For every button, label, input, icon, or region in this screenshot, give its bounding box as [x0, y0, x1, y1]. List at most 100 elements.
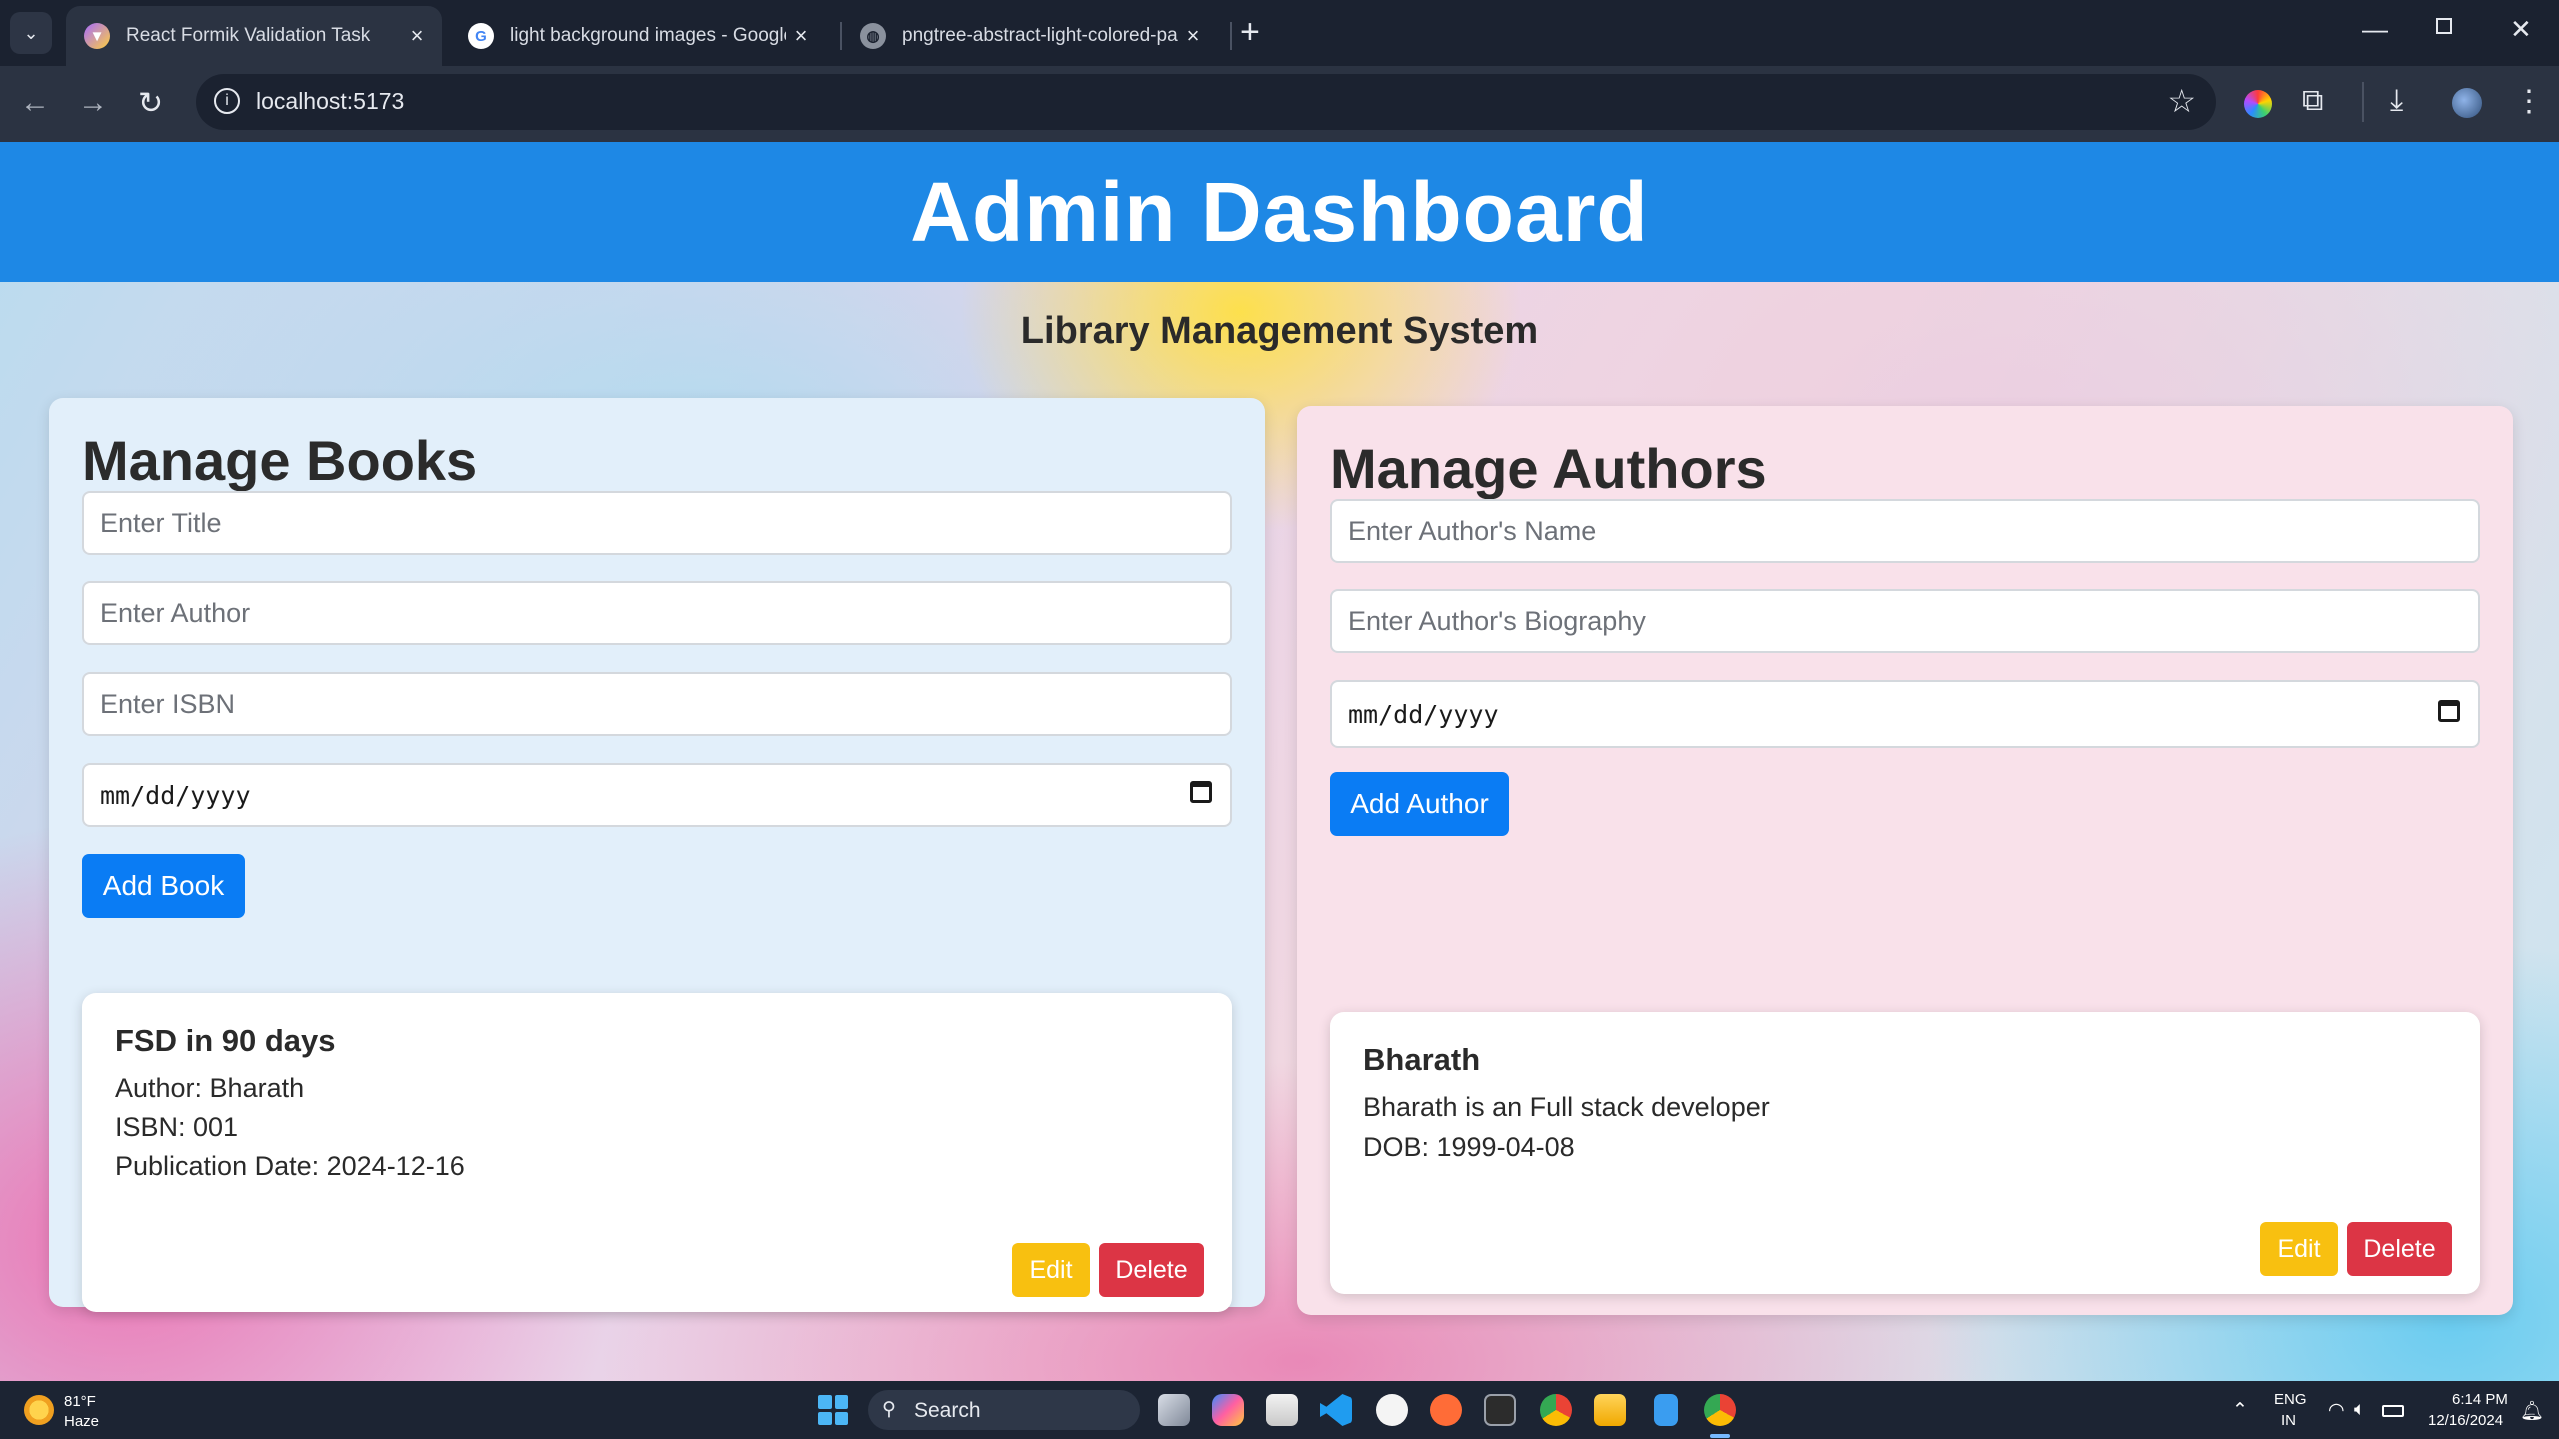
edit-book-button[interactable]: Edit — [1012, 1243, 1090, 1297]
notification-bell-icon[interactable]: 🔔︎ — [2520, 1399, 2544, 1423]
toolbar-divider — [2362, 82, 2364, 122]
address-bar[interactable]: i localhost:5173 ☆ — [196, 74, 2216, 130]
author-card-dob: DOB: 1999-04-08 — [1363, 1132, 1575, 1162]
manage-authors-panel: Manage Authors Enter Author's Name Enter… — [1297, 406, 2513, 1315]
language-indicator[interactable]: ENG — [2274, 1391, 2307, 1408]
chrome-icon[interactable] — [1540, 1394, 1572, 1426]
tab-search-button[interactable]: ⌄ — [10, 12, 52, 54]
extensions-icon[interactable]: ⧉ — [2302, 84, 2323, 118]
manage-books-panel: Manage Books Enter Title Enter Author En… — [49, 398, 1265, 1312]
placeholder: Enter ISBN — [100, 688, 236, 719]
task-view-icon[interactable] — [1158, 1394, 1190, 1426]
book-isbn-input[interactable]: Enter ISBN — [82, 672, 1232, 736]
edit-author-button[interactable]: Edit — [2260, 1222, 2338, 1276]
search-label: Search — [914, 1399, 981, 1422]
globe-icon: ◍ — [860, 23, 886, 49]
menu-icon[interactable]: ⋮ — [2514, 84, 2544, 119]
new-tab-icon[interactable]: + — [1240, 14, 1260, 50]
close-tab-icon[interactable]: × — [402, 23, 432, 49]
page-background: Admin Dashboard Library Management Syste… — [0, 142, 2559, 1381]
calendar-icon[interactable] — [2438, 700, 2460, 722]
book-card-isbn: ISBN: 001 — [115, 1112, 239, 1142]
book-card-date: Publication Date: 2024-12-16 — [115, 1151, 465, 1181]
books-heading: Manage Books — [82, 429, 478, 492]
tab-title: React Formik Validation Task — [126, 25, 371, 46]
book-title-input[interactable]: Enter Title — [82, 491, 1232, 555]
tab-google-search[interactable]: G light background images - Google × — [450, 6, 826, 66]
delete-author-button[interactable]: Delete — [2347, 1222, 2452, 1276]
back-icon[interactable]: ← — [20, 86, 50, 120]
bookmark-star-icon[interactable]: ☆ — [2167, 82, 2196, 120]
windows-taskbar: 81°F Haze ⚲ Search ⌃ ENG IN ◠ 🔈︎ 6:14 PM… — [0, 1381, 2559, 1439]
search-icon: ⚲ — [882, 1399, 896, 1420]
clock-date[interactable]: 12/16/2024 — [2428, 1412, 2503, 1429]
battery-icon[interactable] — [2382, 1405, 2404, 1417]
download-icon[interactable]: ⤓ — [2390, 84, 2403, 118]
profile-avatar[interactable] — [2452, 88, 2482, 118]
tab-divider — [1230, 22, 1232, 50]
author-card-bio: Bharath is an Full stack developer — [1363, 1092, 1770, 1122]
region-indicator[interactable]: IN — [2281, 1412, 2296, 1429]
active-app-indicator — [1710, 1434, 1730, 1438]
copilot-icon[interactable] — [1212, 1394, 1244, 1426]
author-dob-input[interactable]: mm/dd/yyyy — [1330, 680, 2480, 748]
clock-time[interactable]: 6:14 PM — [2452, 1391, 2508, 1408]
weather-condition[interactable]: Haze — [64, 1413, 99, 1430]
author-card-name: Bharath — [1363, 1042, 1481, 1077]
tab-title: pngtree-abstract-light-colored-pa — [902, 25, 1178, 46]
close-tab-icon[interactable]: × — [1178, 23, 1208, 49]
file-explorer-icon[interactable] — [1594, 1394, 1626, 1426]
close-window-icon[interactable]: ✕ — [2510, 14, 2532, 45]
page-title: Admin Dashboard — [910, 164, 1649, 259]
site-info-icon[interactable]: i — [214, 88, 240, 114]
color-extension-icon[interactable] — [2244, 90, 2272, 118]
microsoft-store-icon[interactable] — [1266, 1394, 1298, 1426]
calendar-icon[interactable] — [1190, 781, 1212, 803]
reload-icon[interactable]: ↻ — [138, 86, 163, 121]
postman-icon[interactable] — [1430, 1394, 1462, 1426]
book-publication-date-input[interactable]: mm/dd/yyyy — [82, 763, 1232, 827]
browser-tab-bar: ⌄ ▼ React Formik Validation Task × G lig… — [0, 0, 2559, 66]
tab-pngtree[interactable]: ◍ pngtree-abstract-light-colored-pa × — [842, 6, 1218, 66]
placeholder: Enter Title — [100, 507, 222, 538]
app-header: Admin Dashboard — [0, 142, 2559, 282]
author-biography-input[interactable]: Enter Author's Biography — [1330, 589, 2480, 653]
chrome-profile-icon[interactable] — [1704, 1394, 1736, 1426]
google-icon: G — [468, 23, 494, 49]
placeholder: Enter Author's Biography — [1348, 605, 1646, 636]
close-tab-icon[interactable]: × — [786, 23, 816, 49]
weather-temperature[interactable]: 81°F — [64, 1393, 96, 1410]
vite-icon: ▼ — [84, 23, 110, 49]
weather-icon[interactable] — [24, 1395, 54, 1425]
forward-icon[interactable]: → — [78, 86, 108, 120]
date-placeholder: mm/dd/yyyy — [1348, 699, 1499, 729]
author-card: Bharath Bharath is an Full stack develop… — [1330, 1012, 2480, 1294]
book-card-author: Author: Bharath — [115, 1073, 305, 1103]
book-author-input[interactable]: Enter Author — [82, 581, 1232, 645]
browser-toolbar: ← → ↻ i localhost:5173 ☆ ⧉ ⤓ ⋮ — [0, 66, 2559, 142]
volume-icon[interactable]: 🔈︎ — [2354, 1399, 2365, 1421]
tab-react-formik[interactable]: ▼ React Formik Validation Task × — [66, 6, 442, 66]
date-placeholder: mm/dd/yyyy — [100, 780, 251, 810]
add-author-button[interactable]: Add Author — [1330, 772, 1509, 836]
tab-title: light background images - Google — [510, 25, 786, 46]
restore-icon[interactable] — [2436, 18, 2452, 34]
vscode-icon[interactable] — [1320, 1394, 1352, 1426]
book-card-title: FSD in 90 days — [115, 1023, 336, 1058]
author-name-input[interactable]: Enter Author's Name — [1330, 499, 2480, 563]
wifi-icon[interactable]: ◠ — [2328, 1399, 2345, 1422]
placeholder: Enter Author's Name — [1348, 515, 1597, 546]
book-card: FSD in 90 days Author: Bharath ISBN: 001… — [82, 993, 1232, 1312]
url-text[interactable]: localhost:5173 — [256, 88, 404, 115]
add-book-button[interactable]: Add Book — [82, 854, 245, 918]
notepad-icon[interactable] — [1654, 1394, 1678, 1426]
start-icon[interactable] — [818, 1395, 848, 1425]
authors-heading: Manage Authors — [1330, 437, 1767, 500]
tray-overflow-icon[interactable]: ⌃ — [2232, 1399, 2248, 1422]
taskbar-search[interactable]: ⚲ Search — [868, 1390, 1140, 1430]
minimize-icon[interactable]: — — [2362, 14, 2388, 45]
mongodb-compass-icon[interactable] — [1376, 1394, 1408, 1426]
terminal-icon[interactable] — [1484, 1394, 1516, 1426]
placeholder: Enter Author — [100, 597, 251, 628]
delete-book-button[interactable]: Delete — [1099, 1243, 1204, 1297]
